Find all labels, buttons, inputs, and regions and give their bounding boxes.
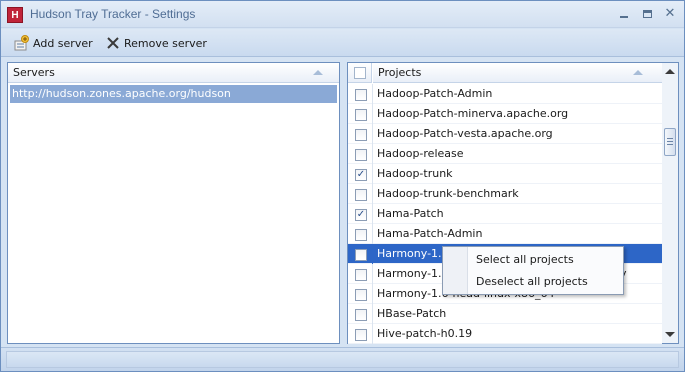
projects-column-header[interactable]: Projects [373,63,664,83]
status-bar-panel [6,351,679,368]
servers-panel: Servers http://hudson.zones.apache.org/h… [7,62,340,344]
project-name: Hama-Patch-Admin [377,227,483,240]
project-name: Hadoop-trunk-benchmark [377,187,519,200]
project-checkbox[interactable] [355,329,367,341]
window-title: Hudson Tray Tracker - Settings [30,7,196,21]
project-row[interactable]: Hive-patch-h0.19 [348,324,664,344]
status-bar [1,347,684,371]
menu-gutter [443,247,468,294]
servers-column-header[interactable]: Servers [8,63,339,83]
project-name: Hadoop-Patch-vesta.apache.org [377,127,553,140]
remove-x-icon [105,35,121,51]
minimize-icon [620,16,628,18]
project-name: HBase-Patch [377,307,447,320]
project-row[interactable]: HBase-Patch [348,304,664,324]
projects-scrollbar[interactable] [662,62,679,344]
sort-arrow-icon [633,70,643,75]
server-row[interactable]: http://hudson.zones.apache.org/hudson [10,85,337,103]
project-row[interactable]: Hama-Patch-Admin [348,224,664,244]
project-checkbox-cell [348,324,373,344]
minimize-button[interactable] [615,6,633,22]
toolbar: Add server Remove server [1,29,684,57]
app-icon: H [7,7,23,23]
add-server-button[interactable]: Add server [11,33,96,53]
project-checkbox[interactable] [355,109,367,121]
project-name: Harmony-1.5 [377,267,449,280]
settings-window: H Hudson Tray Tracker - Settings ✕ Add s… [0,0,685,372]
remove-server-label: Remove server [124,36,207,50]
project-row[interactable]: Hadoop-Patch-Admin [348,84,664,104]
projects-panel: Projects Hadoop-Patch-Admin Hadoop-Patch-… [347,62,664,344]
project-row[interactable]: ✓ Hama-Patch [348,204,664,224]
project-checkbox[interactable] [355,229,367,241]
project-checkbox[interactable] [355,289,367,301]
project-checkbox[interactable] [355,189,367,201]
select-all-checkbox-header[interactable] [348,63,372,83]
scroll-up-icon[interactable] [665,69,675,74]
project-checkbox-cell [348,244,373,264]
project-checkbox-cell [348,84,373,104]
project-checkbox[interactable] [355,249,367,261]
project-checkbox[interactable] [355,129,367,141]
project-checkbox[interactable] [355,149,367,161]
project-checkbox-cell [348,304,373,324]
project-row[interactable]: Hadoop-Patch-minerva.apache.org [348,104,664,124]
project-checkbox[interactable] [355,309,367,321]
maximize-icon [642,10,652,18]
project-name: Hive-patch-h0.19 [377,327,473,340]
scroll-thumb[interactable] [664,128,676,156]
close-button[interactable]: ✕ [661,6,679,22]
menu-item-select-all[interactable]: Select all projects [476,250,574,270]
project-checkbox[interactable]: ✓ [355,209,367,221]
project-checkbox-cell [348,284,373,304]
project-name: Hadoop-Patch-minerva.apache.org [377,107,569,120]
project-name: Harmony-1.5 [377,247,449,260]
menu-item-deselect-all[interactable]: Deselect all projects [476,272,588,292]
project-checkbox-cell [348,264,373,284]
maximize-button[interactable] [638,6,656,22]
project-row[interactable]: ✓ Hadoop-trunk [348,164,664,184]
project-checkbox-cell [348,104,373,124]
close-icon: ✕ [664,6,676,21]
project-checkbox-cell [348,144,373,164]
project-name: Hadoop-release [377,147,464,160]
title-bar[interactable]: H Hudson Tray Tracker - Settings ✕ [1,1,684,28]
project-checkbox[interactable] [355,89,367,101]
project-name: Hama-Patch [377,207,444,220]
project-checkbox-cell [348,184,373,204]
project-checkbox[interactable]: ✓ [355,169,367,181]
project-checkbox-cell [348,124,373,144]
add-server-icon [14,35,30,51]
project-name: Hadoop-Patch-Admin [377,87,493,100]
project-checkbox[interactable] [355,269,367,281]
projects-header-label: Projects [378,66,422,79]
servers-header-label: Servers [13,66,55,79]
scroll-down-icon[interactable] [665,332,675,337]
context-menu: Select all projects Deselect all project… [442,246,624,295]
project-checkbox-cell: ✓ [348,204,373,224]
add-server-label: Add server [33,36,93,50]
project-row[interactable]: Hadoop-trunk-benchmark [348,184,664,204]
project-row[interactable]: Hadoop-Patch-vesta.apache.org [348,124,664,144]
header-checkbox[interactable] [354,67,366,79]
project-name: Hadoop-trunk [377,167,453,180]
project-row[interactable]: Hadoop-release [348,144,664,164]
project-checkbox-cell: ✓ [348,164,373,184]
remove-server-button[interactable]: Remove server [102,33,210,53]
project-checkbox-cell [348,224,373,244]
sort-arrow-icon [313,70,323,75]
